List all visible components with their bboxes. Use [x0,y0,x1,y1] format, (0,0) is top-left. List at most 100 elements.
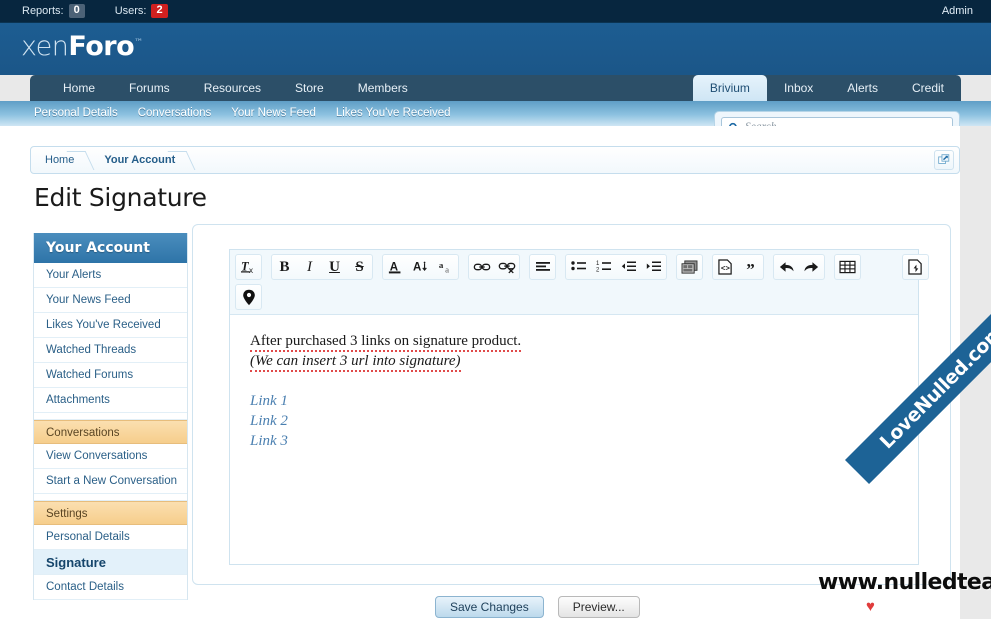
nav-item-members[interactable]: Members [341,75,425,101]
map-pin-icon[interactable] [236,285,261,309]
insert-table-icon[interactable] [835,255,860,279]
align-icon[interactable] [530,255,555,279]
sidebar-item-attachments[interactable]: Attachments [34,388,187,413]
sidebar-divider [34,413,187,420]
site-header: xenForo™ [0,23,991,75]
insert-image-icon[interactable] [677,255,702,279]
nav-item-home[interactable]: Home [46,75,112,101]
toolbar-group-code-quote: <> ” [712,254,764,280]
sidebar-item-signature[interactable]: Signature [34,550,187,575]
sidebar-item-your-alerts[interactable]: Your Alerts [34,263,187,288]
primary-nav-wrapper: Home Forums Resources Store Members Briv… [0,75,991,101]
redo-icon[interactable] [799,255,824,279]
page-root: Reports: 0 Users: 2 Admin xenForo™ Home … [0,0,991,619]
toolbar-group-draft [902,254,929,280]
site-logo[interactable]: xenForo™ [21,31,143,62]
nav-item-credit[interactable]: Credit [895,75,961,101]
text-color-icon[interactable]: A [383,255,408,279]
sidebar-item-watched-threads[interactable]: Watched Threads [34,338,187,363]
sidebar-section-conversations: Conversations [34,420,187,444]
editor-toolbar: T x B I U S A A a a 1 2 <> ” [230,250,929,315]
svg-text:1: 1 [596,261,600,267]
sidebar-item-view-conversations[interactable]: View Conversations [34,444,187,469]
code-icon[interactable]: <> [713,255,738,279]
toolbar-group-link [468,254,520,280]
undo-icon[interactable] [774,255,799,279]
signature-line-1: After purchased 3 links on signature pro… [250,331,898,352]
signature-editor-panel: T x B I U S A A a a 1 2 <> ” After purch… [192,224,951,585]
toolbar-group-history [773,254,825,280]
sidebar-item-start-a-new-conversation[interactable]: Start a New Conversation [34,469,187,494]
nav-item-inbox[interactable]: Inbox [767,75,830,101]
admin-link[interactable]: Admin [942,5,973,17]
toolbar-group-media [676,254,703,280]
breadcrumb-item-your-account[interactable]: Your Account [90,147,191,173]
signature-line-2-text: (We can insert 3 url into signature) [250,353,461,372]
quote-icon[interactable]: ” [738,255,763,279]
sidebar-item-your-news-feed[interactable]: Your News Feed [34,288,187,313]
unlink-icon[interactable] [494,255,519,279]
svg-text:a: a [438,260,443,270]
editor-toolbar-row-1: T x B I U S A A a a 1 2 <> ” [235,254,929,280]
sidebar-item-watched-forums[interactable]: Watched Forums [34,363,187,388]
bold-icon[interactable]: B [272,255,297,279]
font-family-icon[interactable]: a a [433,255,458,279]
font-size-icon[interactable]: A [408,255,433,279]
signature-link-3[interactable]: Link 3 [250,431,898,451]
insert-link-icon[interactable] [469,255,494,279]
signature-line-2: (We can insert 3 url into signature) [250,351,898,372]
reports-count-badge[interactable]: 0 [68,4,85,18]
signature-link-2[interactable]: Link 2 [250,411,898,431]
nav-item-resources[interactable]: Resources [187,75,278,101]
subnav-item-personal-details[interactable]: Personal Details [30,101,128,126]
preview-button[interactable]: Preview... [557,596,640,618]
bullet-list-icon[interactable] [566,255,591,279]
toolbar-group-location [235,284,262,310]
outdent-icon[interactable] [616,255,641,279]
signature-link-1[interactable]: Link 1 [250,391,898,411]
subnav-item-your-news-feed[interactable]: Your News Feed [221,101,326,126]
breadcrumb-wrapper: Home Your Account [30,146,960,174]
sidebar-item-likes-youve-received[interactable]: Likes You've Received [34,313,187,338]
strikethrough-icon[interactable]: S [347,255,372,279]
breadcrumb-item-home[interactable]: Home [31,147,90,173]
signature-blank-line [250,371,898,391]
nav-item-brivium[interactable]: Brivium [692,75,767,101]
draft-tool-icon[interactable] [903,255,928,279]
remove-formatting-icon[interactable]: T x [236,255,261,279]
toolbar-group-table [834,254,861,280]
sidebar-item-contact-details[interactable]: Contact Details [34,575,187,600]
underline-icon[interactable]: U [322,255,347,279]
users-label: Users: [114,5,147,17]
users-count-badge[interactable]: 2 [151,4,168,18]
toolbar-group-align [529,254,556,280]
nav-item-alerts[interactable]: Alerts [830,75,895,101]
logo-text-bold: Foro [68,31,135,62]
svg-text:A: A [413,262,422,274]
subnav-item-likes-youve-received[interactable]: Likes You've Received [326,101,461,126]
signature-editor: T x B I U S A A a a 1 2 <> ” After purch… [229,249,929,565]
subnav-item-conversations[interactable]: Conversations [128,101,222,126]
svg-text:a: a [445,264,449,274]
toolbar-group-clear: T x [235,254,262,280]
open-in-new-window-icon[interactable] [934,150,954,170]
svg-text:x: x [249,266,253,275]
editor-toolbar-row-2 [235,284,915,310]
signature-line-1-text: After purchased 3 links on signature pro… [250,333,522,352]
numbered-list-icon[interactable]: 1 2 [591,255,616,279]
svg-text:2: 2 [596,268,600,274]
italic-icon[interactable]: I [297,255,322,279]
logo-text-thin: xen [21,31,69,62]
save-changes-button[interactable]: Save Changes [435,596,544,618]
toolbar-group-font: A A a a [382,254,459,280]
nav-item-store[interactable]: Store [278,75,341,101]
heart-icon: ♥ [866,598,875,615]
nav-item-forums[interactable]: Forums [112,75,187,101]
sidebar-item-personal-details[interactable]: Personal Details [34,525,187,550]
signature-editor-body[interactable]: After purchased 3 links on signature pro… [230,315,918,574]
page-title: Edit Signature [34,183,207,212]
reports-group: Reports: 0 [22,4,85,18]
site-url-watermark: www.nulledteam.com [818,570,991,595]
indent-icon[interactable] [641,255,666,279]
breadcrumb: Home Your Account [30,146,960,174]
